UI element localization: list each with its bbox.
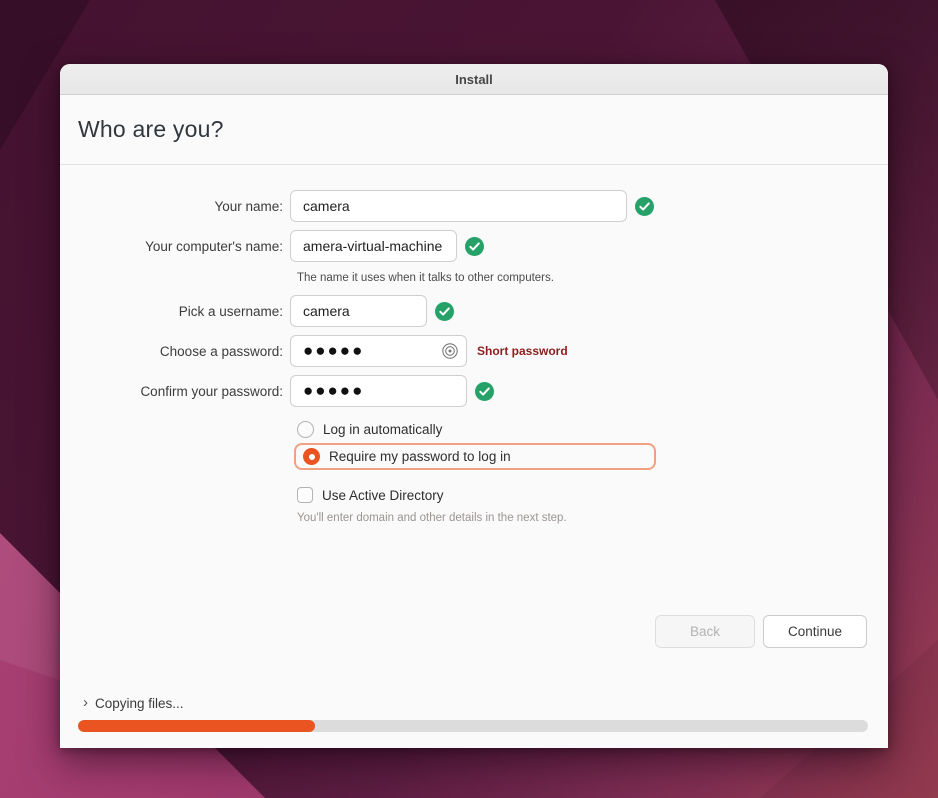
installer-window: Install Who are you? Your name: Your com…	[60, 64, 888, 748]
computer-name-hint: The name it uses when it talks to other …	[297, 272, 554, 284]
username-input[interactable]	[290, 295, 427, 327]
password-label: Choose a password:	[78, 344, 290, 359]
progress-bar	[78, 720, 868, 732]
username-row: Pick a username:	[78, 295, 888, 327]
active-directory-hint: You'll enter domain and other details in…	[297, 512, 567, 524]
valid-check-icon	[475, 382, 494, 401]
active-directory-option[interactable]: Use Active Directory	[297, 487, 888, 503]
wizard-actions: Back Continue	[655, 615, 867, 648]
progress-bar-fill	[78, 720, 315, 732]
page-header: Who are you?	[60, 95, 888, 165]
confirm-password-label: Confirm your password:	[78, 384, 290, 399]
install-progress-footer: › Copying files...	[78, 696, 868, 732]
confirm-password-input[interactable]	[290, 375, 467, 407]
checkbox-unchecked-icon[interactable]	[297, 487, 313, 503]
valid-check-icon	[635, 197, 654, 216]
require-password-label: Require my password to log in	[329, 449, 511, 464]
password-input-wrap	[290, 335, 467, 367]
radio-unselected-icon[interactable]	[297, 421, 314, 438]
titlebar[interactable]: Install	[60, 64, 888, 95]
install-status-text: Copying files...	[95, 696, 184, 711]
radio-selected-icon[interactable]	[303, 448, 320, 465]
page-title: Who are you?	[78, 116, 224, 143]
login-automatically-option[interactable]: Log in automatically	[297, 421, 888, 438]
computer-name-row: Your computer's name:	[78, 230, 888, 262]
username-label: Pick a username:	[78, 304, 290, 319]
back-button[interactable]: Back	[655, 615, 755, 648]
who-are-you-form: Your name: Your computer's name: The nam…	[60, 165, 888, 526]
password-row: Choose a password: Short password	[78, 335, 888, 367]
active-directory-hint-row: You'll enter domain and other details in…	[297, 508, 888, 526]
window-title: Install	[455, 72, 493, 87]
your-name-input[interactable]	[290, 190, 627, 222]
require-password-option[interactable]: Require my password to log in	[294, 443, 656, 470]
your-name-label: Your name:	[78, 199, 290, 214]
your-name-row: Your name:	[78, 190, 888, 222]
continue-button[interactable]: Continue	[763, 615, 867, 648]
active-directory-label: Use Active Directory	[322, 488, 444, 503]
computer-name-input[interactable]	[290, 230, 457, 262]
expander-chevron-icon: ›	[83, 695, 88, 710]
computer-name-hint-row: The name it uses when it talks to other …	[297, 268, 888, 286]
reveal-password-icon[interactable]	[441, 342, 459, 360]
valid-check-icon	[465, 237, 484, 256]
password-warning: Short password	[477, 344, 568, 358]
computer-name-label: Your computer's name:	[78, 239, 290, 254]
confirm-password-row: Confirm your password:	[78, 375, 888, 407]
valid-check-icon	[435, 302, 454, 321]
login-options: Log in automatically Require my password…	[78, 421, 888, 526]
status-expander[interactable]: › Copying files...	[83, 696, 868, 711]
login-automatically-label: Log in automatically	[323, 422, 442, 437]
